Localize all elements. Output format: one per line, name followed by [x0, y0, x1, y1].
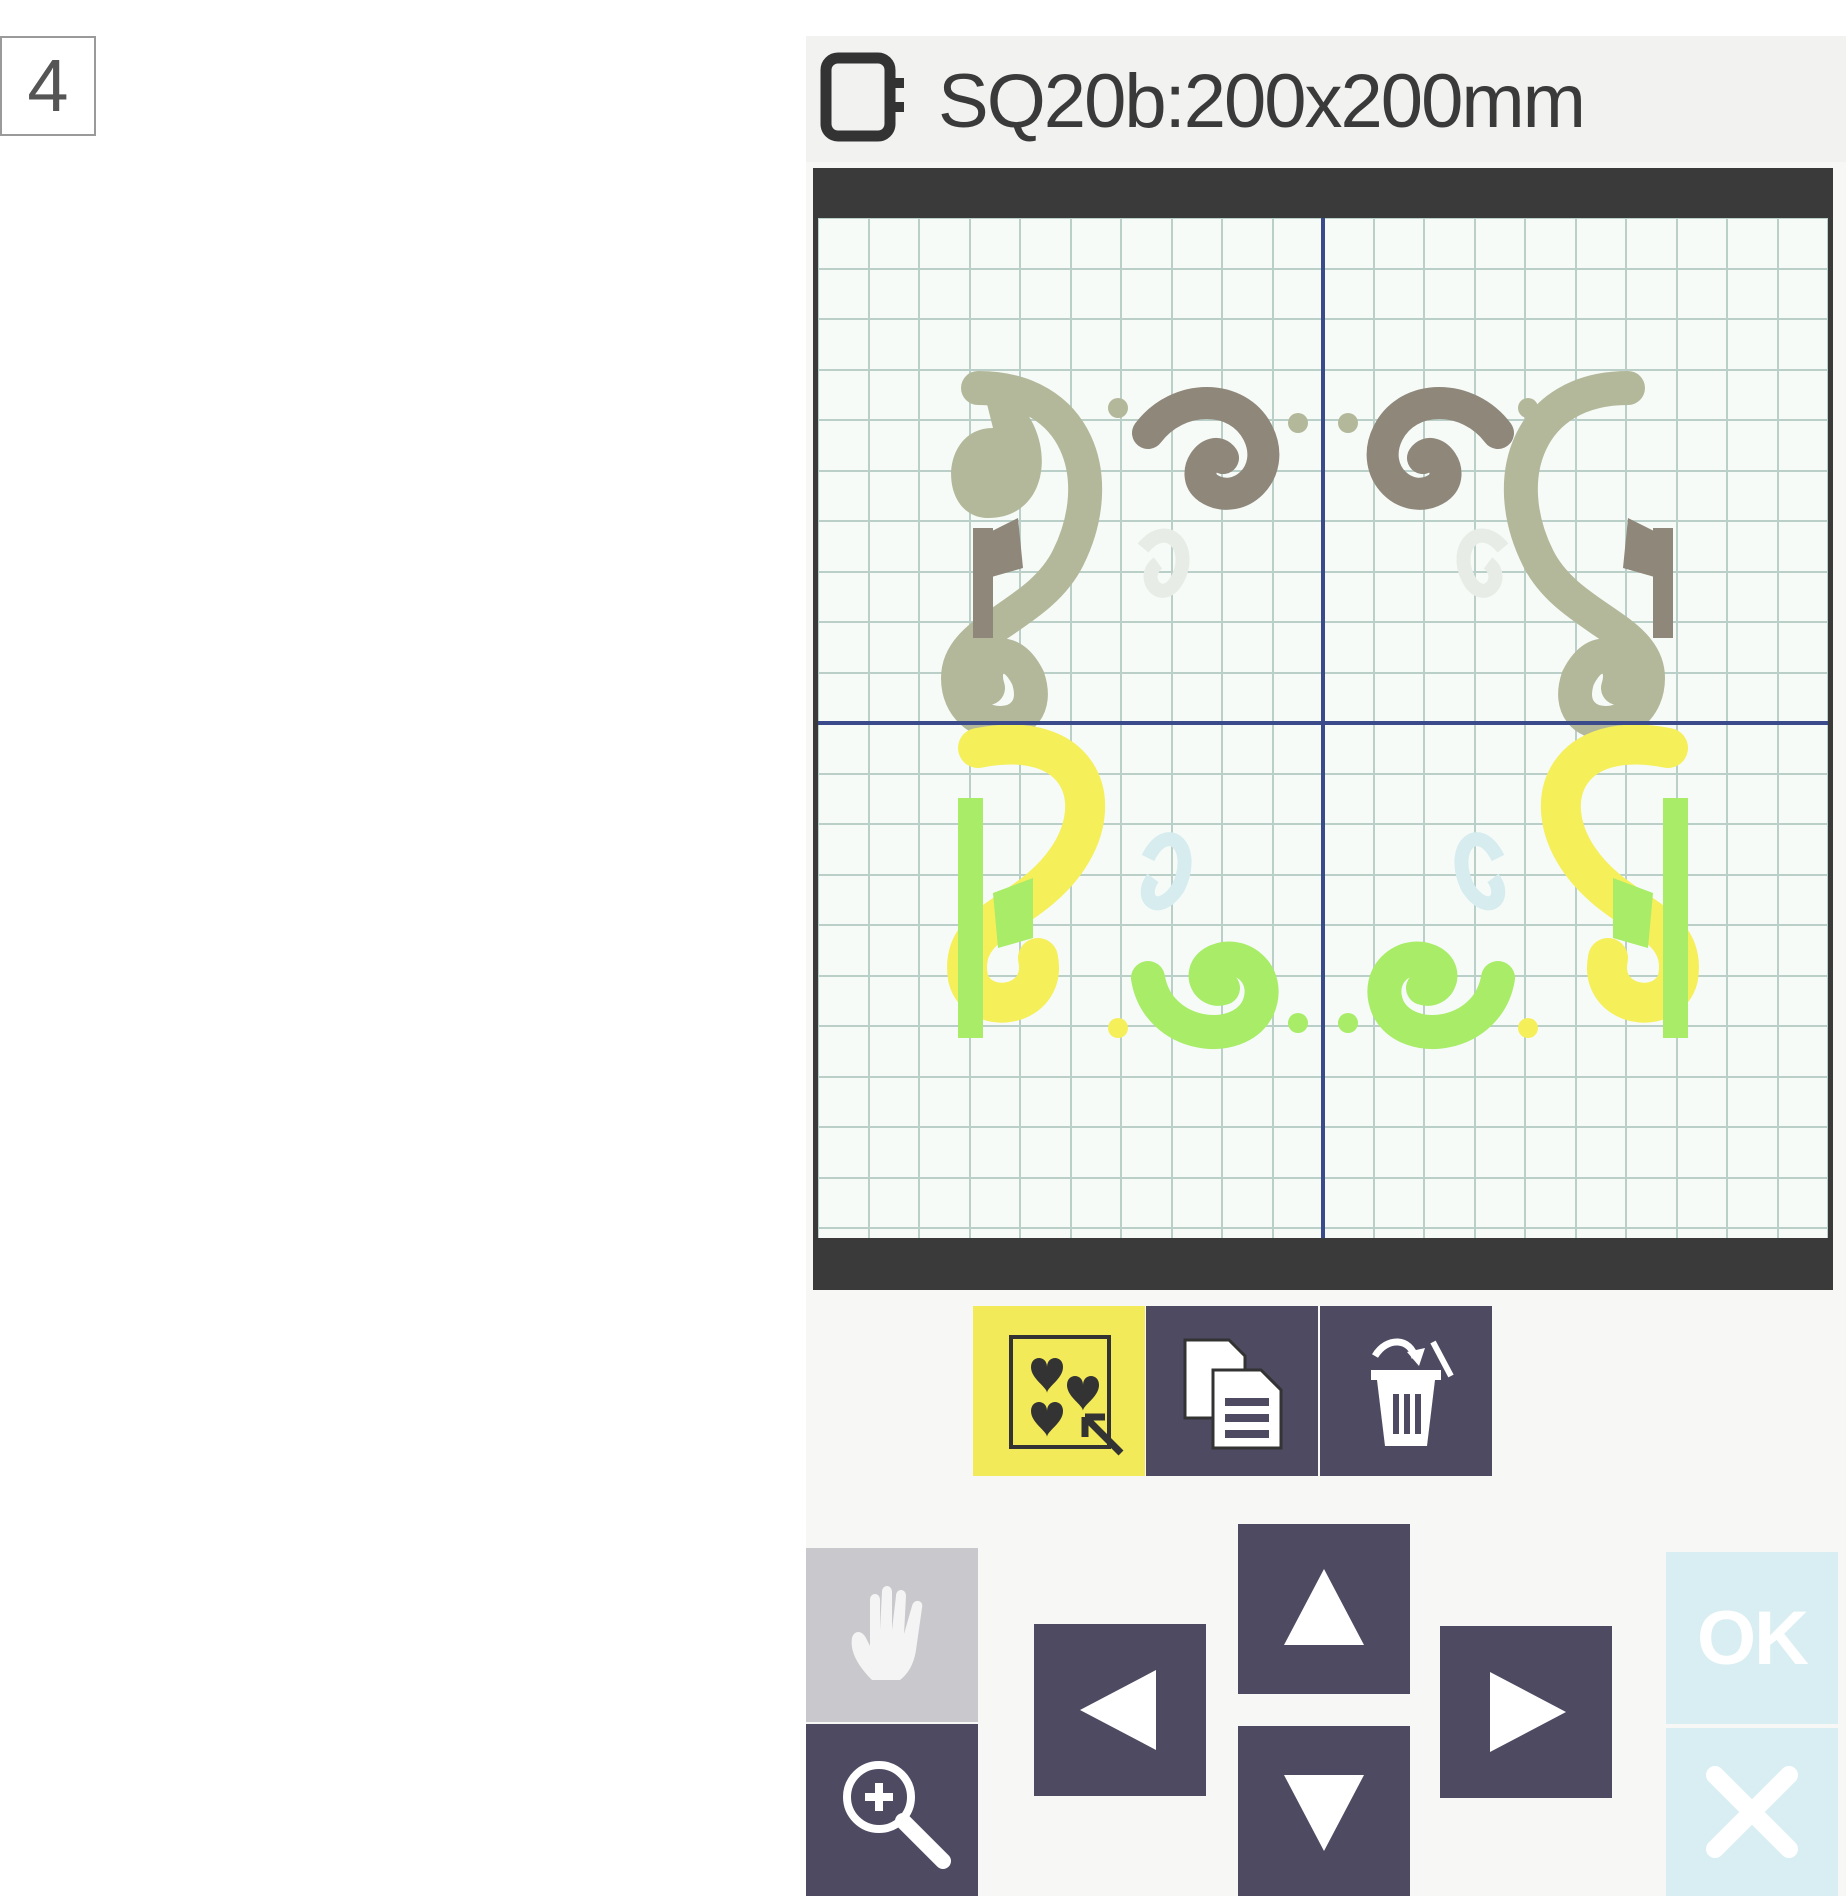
design-canvas[interactable]: [818, 218, 1828, 1238]
move-up-button[interactable]: [1238, 1524, 1410, 1694]
hand-icon: [851, 1586, 923, 1680]
copy-icon: [1183, 1338, 1283, 1450]
arrow-left-icon: [1080, 1670, 1156, 1750]
hoop-icon: [820, 52, 912, 144]
hoop-name: SQ20b:200x200mm: [938, 59, 1586, 144]
select-pattern-button[interactable]: [973, 1306, 1145, 1476]
step-number-text: 4: [27, 44, 69, 127]
ok-button[interactable]: OK: [1666, 1552, 1838, 1724]
move-right-button[interactable]: [1440, 1626, 1612, 1798]
arrow-right-icon: [1490, 1672, 1566, 1752]
close-icon: [1706, 1766, 1798, 1858]
select-all-hearts-icon: [1009, 1335, 1124, 1456]
cancel-button[interactable]: [1666, 1728, 1838, 1896]
copy-button[interactable]: [1146, 1306, 1318, 1476]
delete-icon: [1371, 1338, 1454, 1446]
hand-button[interactable]: [806, 1548, 978, 1722]
zoom-button[interactable]: [806, 1724, 978, 1896]
move-down-button[interactable]: [1238, 1726, 1410, 1896]
design-preview: [818, 218, 1828, 1238]
arrow-down-icon: [1284, 1775, 1364, 1851]
arrow-up-icon: [1284, 1569, 1364, 1645]
delete-button[interactable]: [1320, 1306, 1492, 1476]
ok-label: OK: [1697, 1595, 1809, 1681]
embroidery-design: [940, 371, 1699, 1049]
step-number: 4: [0, 36, 96, 136]
move-left-button[interactable]: [1034, 1624, 1206, 1796]
zoom-in-icon: [843, 1761, 951, 1869]
